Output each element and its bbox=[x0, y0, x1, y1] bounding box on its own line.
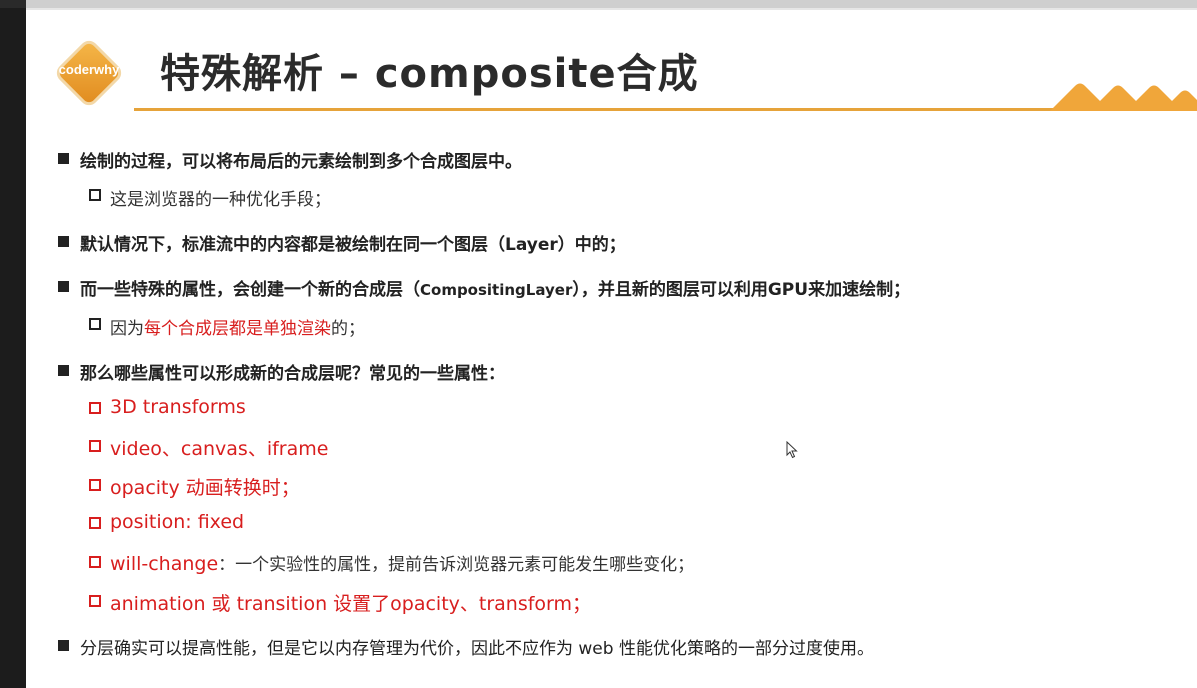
slide-title: 特殊解析 – composite合成 bbox=[160, 51, 699, 97]
property-item: animation 或 transition 设置了opacity、transf… bbox=[110, 593, 592, 615]
will-change-description: ：一个实验性的属性，提前告诉浏览器元素可能发生哪些变化； bbox=[218, 555, 695, 575]
highlighted-text: 每个合成层都是单独渲染 bbox=[144, 319, 331, 339]
property-item: opacity 动画转换时； bbox=[110, 477, 300, 499]
sub-bullet-square-icon bbox=[89, 318, 101, 330]
sub-bullet-text: 因为每个合成层都是单独渲染的； bbox=[110, 319, 365, 339]
bullet-square-icon bbox=[58, 640, 69, 651]
property-item: video、canvas、iframe bbox=[110, 438, 329, 460]
red-sub-bullet-icon bbox=[89, 556, 101, 568]
top-window-strip bbox=[0, 0, 1197, 8]
mouse-cursor-icon bbox=[786, 441, 798, 459]
bullet-text: 分层确实可以提高性能，但是它以内存管理为代价，因此不应作为 web 性能优化策略… bbox=[80, 639, 874, 659]
property-item: 3D transforms bbox=[110, 396, 246, 418]
red-sub-bullet-icon bbox=[89, 595, 101, 607]
red-sub-bullet-icon bbox=[89, 479, 101, 491]
bullet-square-icon bbox=[58, 153, 69, 164]
bullet-text: 那么哪些属性可以形成新的合成层呢？常见的一些属性： bbox=[80, 364, 505, 384]
bullet-text: 默认情况下，标准流中的内容都是被绘制在同一个图层（Layer）中的； bbox=[80, 235, 626, 255]
red-sub-bullet-icon bbox=[89, 440, 101, 452]
red-sub-bullet-icon bbox=[89, 402, 101, 414]
property-item: will-change：一个实验性的属性，提前告诉浏览器元素可能发生哪些变化； bbox=[110, 553, 695, 575]
title-underline bbox=[134, 108, 1197, 111]
bullet-text: 而一些特殊的属性，会创建一个新的合成层（CompositingLayer），并且… bbox=[80, 280, 911, 300]
property-item: position: fixed bbox=[110, 511, 245, 533]
left-dark-border bbox=[0, 0, 26, 688]
bullet-square-icon bbox=[58, 365, 69, 376]
sub-bullet-square-icon bbox=[89, 189, 101, 201]
slide-top-border bbox=[26, 8, 1197, 10]
logo-text: coderwhy bbox=[58, 62, 120, 77]
compositing-layer-term: CompositingLayer bbox=[420, 281, 573, 299]
bullet-square-icon bbox=[58, 281, 69, 292]
bullet-text: 绘制的过程，可以将布局后的元素绘制到多个合成图层中。 bbox=[80, 152, 522, 172]
bullet-square-icon bbox=[58, 236, 69, 247]
mountain-decoration-icon bbox=[1050, 83, 1197, 111]
red-sub-bullet-icon bbox=[89, 517, 101, 529]
sub-bullet-text: 这是浏览器的一种优化手段； bbox=[110, 190, 331, 210]
